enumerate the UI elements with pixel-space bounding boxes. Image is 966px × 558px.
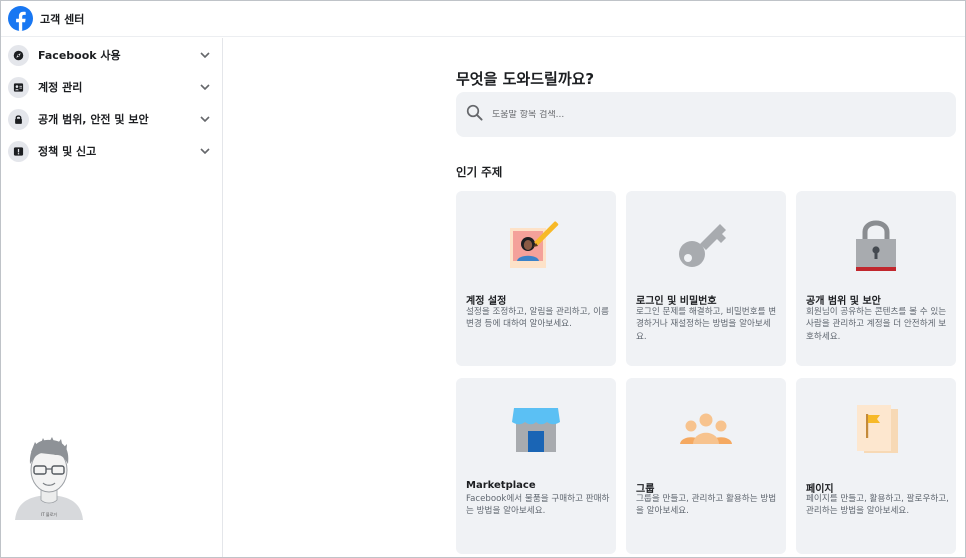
top-bar: 고객 센터 <box>1 1 965 37</box>
lock-icon <box>8 108 29 130</box>
page-flag-icon <box>796 378 956 474</box>
sidebar-item-using-facebook[interactable]: Facebook 사용 <box>1 39 222 71</box>
alert-icon <box>8 140 29 162</box>
sidebar-item-account-management[interactable]: 계정 관리 <box>1 71 222 103</box>
sidebar-item-label: 공개 범위, 안전 및 보안 <box>38 113 149 126</box>
topic-card-marketplace[interactable]: Marketplace Facebook에서 물품을 구매하고 판매하는 방법을… <box>456 378 616 554</box>
topic-card-pages[interactable]: 페이지 페이지를 만들고, 활용하고, 팔로우하고, 관리하는 방법을 알아보세… <box>796 378 956 554</box>
card-description: 로그인 문제를 해결하고, 비밀번호를 변경하거나 재설정하는 방법을 알아보세… <box>636 307 777 342</box>
card-description: 회원님이 공유하는 콘텐츠를 볼 수 있는 사람을 관리하고 계정을 더 안전하… <box>806 307 947 342</box>
card-title: 공개 범위 및 보안 <box>806 296 881 307</box>
card-description: 설정을 조정하고, 알림을 관리하고, 이름 변경 등에 대하여 알아보세요. <box>466 307 609 330</box>
blogger-avatar-watermark <box>9 428 89 520</box>
facebook-logo-icon[interactable] <box>8 6 33 31</box>
key-icon <box>626 191 786 287</box>
card-description: 그룹을 만들고, 관리하고 활용하는 방법을 알아보세요. <box>636 494 777 517</box>
compass-icon <box>8 44 29 66</box>
sidebar-item-privacy-safety-security[interactable]: 공개 범위, 안전 및 보안 <box>1 103 222 135</box>
sidebar-item-label: Facebook 사용 <box>38 49 121 62</box>
help-center-window: 고객 센터 Facebook 사용 계정 관리 공개 범위, 안전 및 보안 정… <box>0 0 966 558</box>
profile-photo-icon <box>456 191 616 287</box>
search-input[interactable] <box>492 109 932 120</box>
search-icon <box>466 104 483 125</box>
card-title: 로그인 및 비밀번호 <box>636 296 717 307</box>
sidebar-item-label: 정책 및 신고 <box>38 145 97 158</box>
page-title: 무엇을 도와드릴까요? <box>456 70 595 88</box>
topic-card-account-settings[interactable]: 계정 설정 설정을 조정하고, 알림을 관리하고, 이름 변경 등에 대하여 알… <box>456 191 616 366</box>
card-description: 페이지를 만들고, 활용하고, 팔로우하고, 관리하는 방법을 알아보세요. <box>806 494 949 517</box>
people-group-icon <box>626 378 786 474</box>
profile-card-icon <box>8 76 29 98</box>
chevron-down-icon[interactable] <box>198 80 212 94</box>
popular-topics-title: 인기 주제 <box>456 165 503 179</box>
topic-card-privacy-security[interactable]: 공개 범위 및 보안 회원님이 공유하는 콘텐츠를 볼 수 있는 사람을 관리하… <box>796 191 956 366</box>
sidebar-item-policies-reporting[interactable]: 정책 및 신고 <box>1 135 222 167</box>
card-title: Marketplace <box>466 480 536 491</box>
card-title: 계정 설정 <box>466 296 507 307</box>
avatar-caption: IT 블로거 <box>41 512 57 517</box>
search-box[interactable] <box>456 92 956 137</box>
topic-card-login-password[interactable]: 로그인 및 비밀번호 로그인 문제를 해결하고, 비밀번호를 변경하거나 재설정… <box>626 191 786 366</box>
chevron-down-icon[interactable] <box>198 112 212 126</box>
chevron-down-icon[interactable] <box>198 144 212 158</box>
card-description: Facebook에서 물품을 구매하고 판매하는 방법을 알아보세요. <box>466 494 610 517</box>
shop-icon <box>456 378 616 474</box>
app-title[interactable]: 고객 센터 <box>40 11 84 27</box>
chevron-down-icon[interactable] <box>198 48 212 62</box>
padlock-icon <box>796 191 956 287</box>
topic-card-groups[interactable]: 그룹 그룹을 만들고, 관리하고 활용하는 방법을 알아보세요. <box>626 378 786 554</box>
sidebar-item-label: 계정 관리 <box>38 81 83 94</box>
